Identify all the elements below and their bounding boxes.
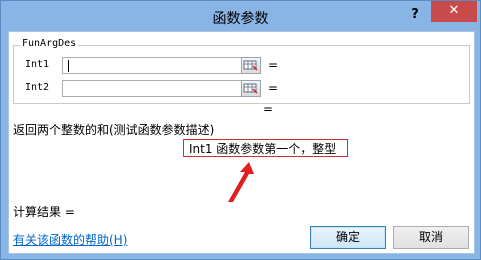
dialog-body: FunArgDes Int1 = Int2 = = 返回两个整数的和(测试函数参… bbox=[8, 31, 475, 254]
function-help-link[interactable]: 有关该函数的帮助(H) bbox=[13, 231, 127, 248]
arguments-group: FunArgDes Int1 = Int2 = bbox=[13, 38, 470, 104]
cancel-button[interactable]: 取消 bbox=[393, 226, 469, 249]
arg-equals-int1: = bbox=[268, 58, 279, 72]
calculation-result: 计算结果 = bbox=[13, 205, 75, 219]
text-caret bbox=[68, 60, 69, 72]
function-description: 返回两个整数的和(测试函数参数描述) bbox=[13, 123, 215, 137]
parameter-description: Int1 函数参数第一个，整型 bbox=[183, 139, 348, 157]
arg-label-int2: Int2 bbox=[25, 82, 50, 93]
range-select-icon[interactable] bbox=[241, 80, 261, 97]
formula-result-equals: = bbox=[263, 102, 274, 116]
int2-input[interactable] bbox=[62, 80, 244, 97]
red-arrow-icon bbox=[228, 162, 254, 202]
help-icon[interactable]: ? bbox=[405, 5, 425, 25]
group-label: FunArgDes bbox=[20, 38, 79, 49]
ok-button[interactable]: 确定 bbox=[310, 226, 386, 249]
arg-equals-int2: = bbox=[268, 81, 279, 95]
titlebar: 函数参数 ? ✕ bbox=[1, 1, 480, 31]
dialog-window: 函数参数 ? ✕ FunArgDes Int1 = Int2 = = 返回两个整… bbox=[0, 0, 481, 260]
close-button[interactable]: ✕ bbox=[431, 1, 477, 22]
range-select-icon[interactable] bbox=[241, 57, 261, 74]
arg-label-int1: Int1 bbox=[25, 59, 50, 70]
int1-input[interactable] bbox=[62, 57, 244, 74]
